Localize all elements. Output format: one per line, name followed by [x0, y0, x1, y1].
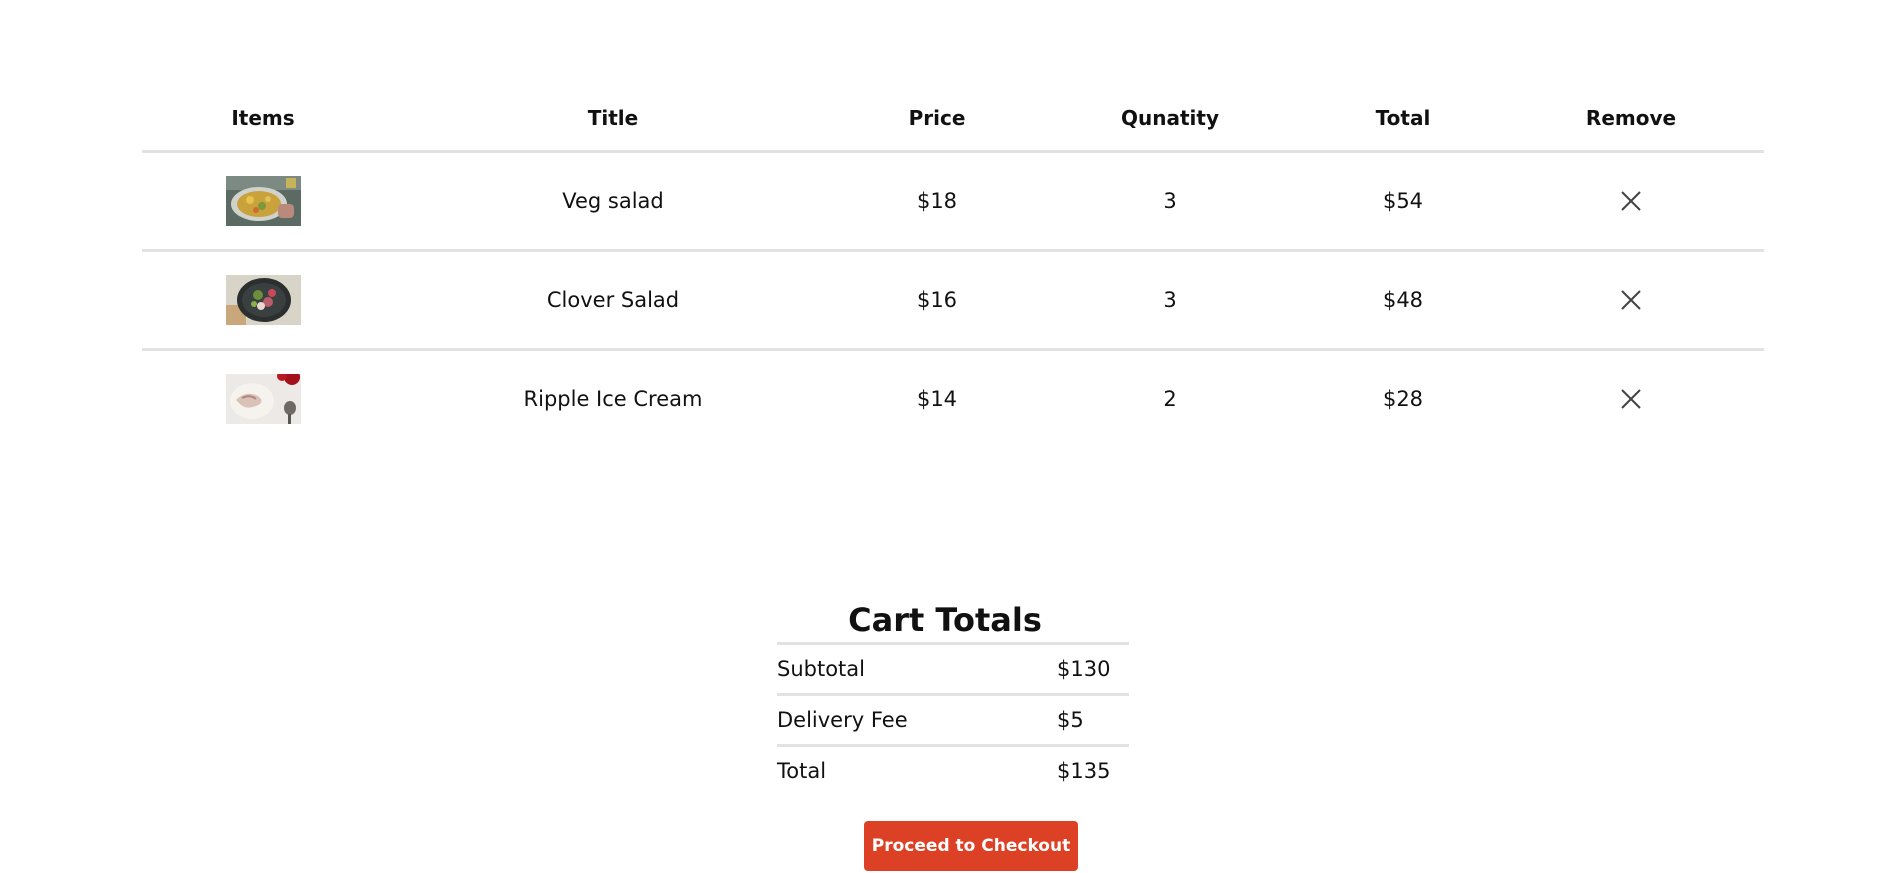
remove-cell — [1498, 287, 1764, 313]
header-total: Total — [1375, 106, 1431, 130]
cart-totals-title: Cart Totals — [848, 601, 1042, 639]
total-value: $135 — [1057, 759, 1111, 783]
remove-cell — [1498, 386, 1764, 412]
proceed-to-checkout-button[interactable]: Proceed to Checkout — [864, 821, 1078, 871]
remove-cell — [1498, 188, 1764, 214]
header-quantity: Qunatity — [1121, 106, 1219, 130]
cart-header-row: Items Title Price Qunatity Total Remove — [142, 86, 1764, 153]
veg-salad-photo — [225, 176, 301, 226]
item-price: $18 — [916, 189, 958, 213]
delivery-fee-label: Delivery Fee — [777, 708, 908, 732]
subtotal-value: $130 — [1057, 657, 1111, 681]
cart-totals: Cart Totals Subtotal $130 Delivery Fee $… — [777, 598, 1129, 795]
item-total: $28 — [1382, 387, 1424, 411]
delivery-fee-row: Delivery Fee $5 — [777, 693, 1129, 744]
subtotal-row: Subtotal $130 — [777, 642, 1129, 693]
item-price: $14 — [916, 387, 958, 411]
item-quantity: 3 — [1163, 189, 1177, 213]
subtotal-label: Subtotal — [777, 657, 865, 681]
header-title: Title — [587, 106, 639, 130]
item-quantity: 3 — [1163, 288, 1177, 312]
item-total: $48 — [1382, 288, 1424, 312]
item-title: Ripple Ice Cream — [523, 387, 703, 411]
item-thumbnail-cell — [142, 374, 384, 424]
table-row: Veg salad $18 3 $54 — [142, 153, 1764, 252]
item-thumbnail-cell — [142, 275, 384, 325]
item-price: $16 — [916, 288, 958, 312]
total-row: Total $135 — [777, 744, 1129, 795]
delivery-fee-value: $5 — [1057, 708, 1084, 732]
table-row: Clover Salad $16 3 $48 — [142, 252, 1764, 351]
clover-salad-photo — [225, 275, 301, 325]
total-label: Total — [777, 759, 827, 783]
close-icon[interactable] — [1618, 188, 1644, 214]
cart-table: Items Title Price Qunatity Total Remove … — [142, 86, 1764, 447]
header-items: Items — [231, 106, 295, 130]
header-price: Price — [908, 106, 966, 130]
item-title: Veg salad — [562, 189, 664, 213]
header-remove: Remove — [1585, 106, 1677, 130]
item-title: Clover Salad — [546, 288, 680, 312]
item-quantity: 2 — [1163, 387, 1177, 411]
ripple-ice-cream-photo — [225, 374, 301, 424]
close-icon[interactable] — [1618, 386, 1644, 412]
item-total: $54 — [1382, 189, 1424, 213]
table-row: Ripple Ice Cream $14 2 $28 — [142, 351, 1764, 447]
close-icon[interactable] — [1618, 287, 1644, 313]
item-thumbnail-cell — [142, 176, 384, 226]
